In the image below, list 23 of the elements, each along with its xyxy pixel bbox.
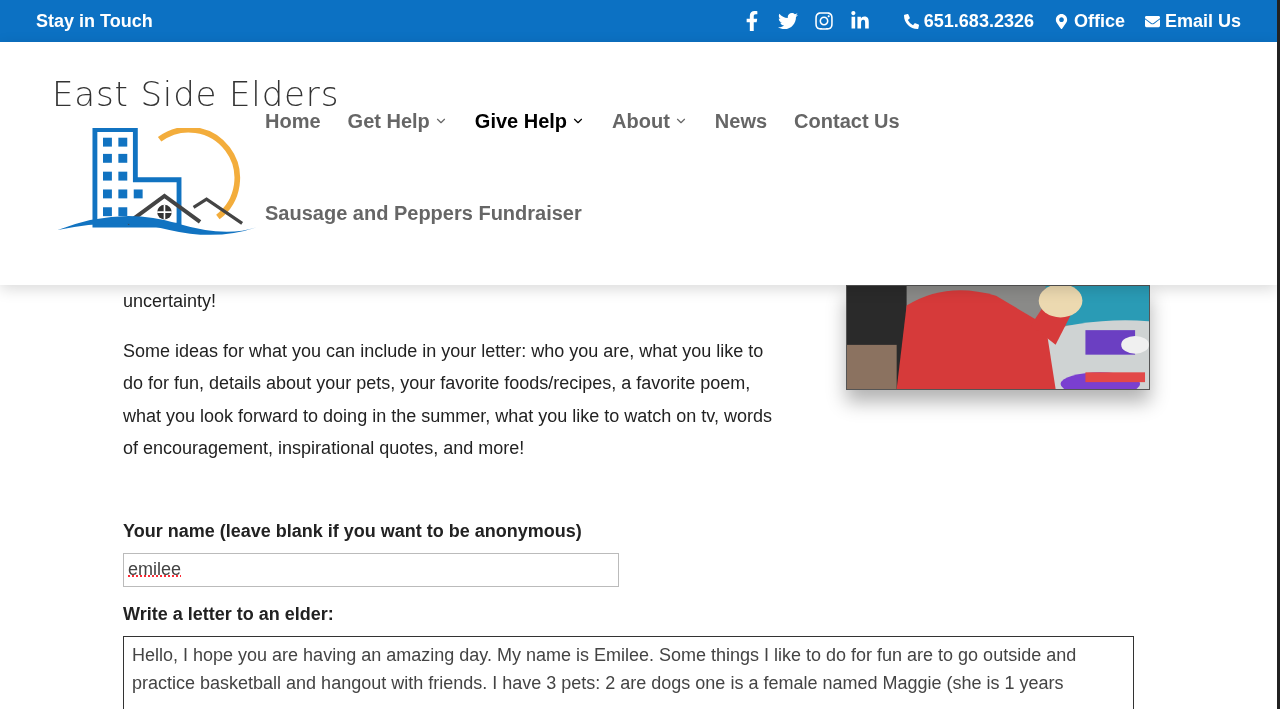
paragraph: Some ideas for what you can include in your letter: who you are, what you like to do for fun, details about your pets, your favorite foods/recipes, a favorite poem, what you look forward to doing in the summer, what you like to watch on tv, words of encouragement, inspirational quotes, and more! <box>123 339 773 460</box>
phone-icon[interactable] <box>903 13 919 29</box>
bird-icon[interactable] <box>777 11 798 31</box>
nav-link[interactable]: News <box>714 106 768 136</box>
camera-icon[interactable] <box>813 11 834 31</box>
nav-link[interactable]: Get Help <box>347 106 448 136</box>
field-label: Write a letter to an elder: <box>123 602 335 626</box>
contact-link[interactable]: 651.683.2326 <box>923 7 1034 35</box>
contact-link[interactable]: Office <box>1073 7 1125 35</box>
nav-link[interactable]: Give Help <box>474 106 586 136</box>
field-label: Your name (leave blank if you want to be anonymous) <box>123 519 583 543</box>
linkedin-icon[interactable] <box>849 11 870 31</box>
nav-link[interactable]: About <box>612 106 688 136</box>
letter-field[interactable]: Hello, I hope you are having an amazing day. My name is Emilee. Some things I like to do for fun are to go outside and practice basketball and hangout with friends. I have 3 pets: 2 are dogs one is a female named Maggie (she is 1 years <box>123 635 1134 709</box>
envelope-icon[interactable] <box>1144 13 1160 29</box>
nav-link[interactable]: Home <box>265 106 321 136</box>
nav-link[interactable]: Contact Us <box>794 106 900 136</box>
contact-link[interactable]: Email Us <box>1164 7 1241 35</box>
tagline: Stay in Touch <box>36 9 153 33</box>
name-field[interactable]: emilee <box>123 552 619 587</box>
map-pin-icon[interactable] <box>1053 13 1069 29</box>
nav-link[interactable]: Sausage and Peppers Fundraiser <box>265 198 582 228</box>
paragraph: uncertainty! <box>123 290 218 313</box>
